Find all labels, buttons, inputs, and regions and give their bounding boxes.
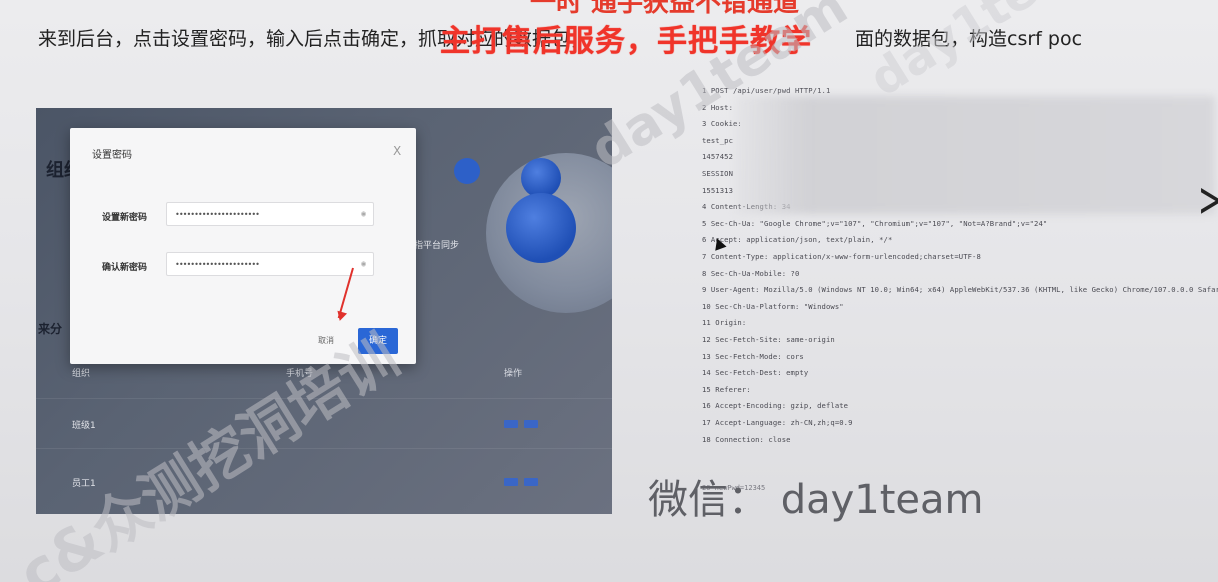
caption-part2: 面的数据包，构造csrf poc [855, 28, 1083, 50]
request-line: 10 Sec-Ch-Ua-Platform: "Windows" [702, 301, 844, 311]
table-cell-staff: 员工1 [72, 479, 96, 489]
new-password-label: 设置新密码 [102, 213, 148, 223]
request-line: 5 Sec-Ch-Ua: "Google Chrome";v="107", "C… [702, 218, 1048, 228]
request-line: 1551313 [702, 185, 733, 195]
request-line: 1 POST /api/user/pwd HTTP/1.1 [702, 86, 831, 95]
confirm-password-value: •••••••••••••••••••••• [175, 260, 260, 269]
close-icon[interactable]: X [393, 144, 401, 158]
new-password-value: •••••••••••••••••••••• [175, 210, 260, 219]
table-cell-class: 班级1 [72, 421, 96, 431]
request-line: 6 Accept: application/json, text/plain, … [702, 235, 893, 245]
eye-icon[interactable]: ◉ [361, 209, 366, 218]
request-line: 16 Accept-Encoding: gzip, deflate [702, 401, 849, 411]
eye-icon[interactable]: ◉ [361, 259, 366, 268]
redacted-area [735, 96, 1215, 214]
confirm-password-label: 确认新密码 [102, 263, 148, 273]
request-line: 12 Sec-Fetch-Site: same-origin [702, 335, 835, 344]
delete-button[interactable] [524, 478, 538, 486]
wechat-label: 微信： day1team [648, 477, 984, 523]
table-divider [36, 398, 612, 399]
request-line: 17 Accept-Language: zh-CN,zh;q=0.9 [702, 418, 853, 427]
ok-button[interactable]: 确定 [358, 328, 398, 354]
table-header-phone: 手机号 [286, 369, 314, 379]
bg-from-text: 来分 [38, 322, 63, 336]
request-line: 18 Connection: close [702, 434, 791, 444]
request-line: 9 User-Agent: Mozilla/5.0 (Windows NT 10… [702, 285, 1218, 295]
chevron-right-icon[interactable]: > [1198, 172, 1218, 228]
delete-button[interactable] [524, 420, 538, 428]
dialog-title: 设置密码 [92, 150, 132, 161]
table-header-action: 操作 [504, 369, 523, 379]
user-head-graphic [521, 158, 561, 198]
request-line: 14 Sec-Fetch-Dest: empty [702, 368, 809, 378]
request-line: 11 Origin: [702, 318, 747, 328]
request-line: 13 Sec-Fetch-Mode: cors [702, 351, 804, 361]
admin-screenshot: 组织 来分 指平台同步 组织 手机号 操作 班级1 员工1 设置密码 X 设置新… [36, 108, 612, 514]
request-line: 7 Content-Type: application/x-www-form-u… [702, 252, 981, 261]
request-line: test_pc [702, 135, 733, 145]
cancel-button[interactable]: 取消 [318, 335, 334, 346]
request-line: SESSION [702, 169, 733, 178]
request-line: 1457452 [702, 152, 733, 162]
set-password-dialog: 设置密码 X 设置新密码 •••••••••••••••••••••• ◉ 确认… [70, 128, 416, 364]
user-body-graphic [506, 193, 576, 263]
bg-sync-text: 指平台同步 [414, 241, 460, 251]
promo-text: 主打售后服务，手把手教学 [440, 24, 812, 59]
table-divider [36, 448, 612, 449]
caption-tail: 面的数据包，构造csrf poc [855, 24, 1082, 51]
request-line: 15 Referer: [702, 384, 751, 394]
edit-button[interactable] [504, 478, 518, 486]
edit-button[interactable] [504, 420, 518, 428]
confirm-password-field[interactable]: •••••••••••••••••••••• ◉ [166, 252, 374, 276]
request-line: 2 Host: [702, 102, 733, 112]
check-icon [454, 158, 480, 184]
new-password-field[interactable]: •••••••••••••••••••••• ◉ [166, 202, 374, 226]
request-line: 8 Sec-Ch-Ua-Mobile: ?0 [702, 268, 800, 278]
table-header-org: 组织 [72, 369, 91, 379]
